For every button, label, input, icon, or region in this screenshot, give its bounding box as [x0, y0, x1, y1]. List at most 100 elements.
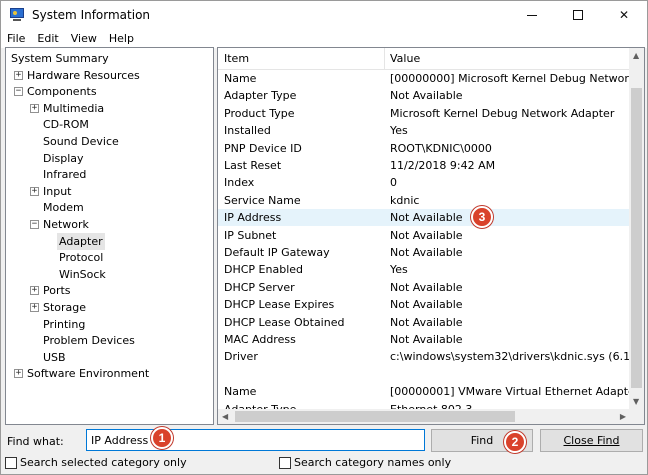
tree-item[interactable]: Components: [25, 83, 99, 100]
column-header-item[interactable]: Item: [224, 52, 249, 65]
row-value: c:\windows\system32\drivers\kdnic.sys (6…: [390, 350, 630, 364]
tree-expander-icon[interactable]: +: [30, 103, 39, 113]
tree-item[interactable]: Multimedia: [41, 100, 106, 117]
row-item: IP Subnet: [224, 228, 277, 242]
table-row[interactable]: Product Type Microsoft Kernel Debug Netwo…: [218, 105, 630, 122]
system-information-window: System Information ✕ File Edit View Help…: [0, 0, 648, 475]
row-value: Not Available: [390, 246, 463, 259]
menu-view[interactable]: View: [65, 32, 103, 45]
tree-item[interactable]: WinSock: [57, 266, 108, 283]
row-item: Name: [224, 385, 257, 399]
menu-file[interactable]: File: [1, 32, 31, 45]
callout-badge-1: 1: [151, 427, 173, 449]
row-value: Yes: [390, 124, 408, 138]
table-row[interactable]: Driver c:\windows\system32\drivers\kdnic.…: [218, 348, 630, 365]
horizontal-scroll-thumb[interactable]: [235, 411, 515, 422]
title-bar[interactable]: System Information ✕: [1, 1, 647, 29]
vertical-scrollbar[interactable]: ▲ ▼: [629, 48, 644, 409]
table-row[interactable]: Name [00000001] VMware Virtual Ethernet A…: [218, 383, 630, 400]
row-value: Not Available: [390, 315, 463, 329]
table-row[interactable]: IP Subnet Not Available: [218, 227, 630, 244]
find-what-input[interactable]: [86, 429, 425, 451]
tree-item[interactable]: Ports: [41, 282, 73, 299]
row-value: Not Available: [390, 333, 463, 346]
tree-item[interactable]: Protocol: [57, 249, 105, 266]
horizontal-scrollbar[interactable]: ◀ ▶: [218, 409, 630, 424]
row-value: kdnic: [390, 193, 420, 207]
table-row[interactable]: Index 0: [218, 174, 630, 191]
tree-expander-icon[interactable]: −: [14, 87, 23, 97]
row-item: Default IP Gateway: [224, 246, 330, 259]
row-value: Not Available: [390, 280, 463, 294]
table-row[interactable]: Service Name kdnic: [218, 192, 630, 209]
table-row[interactable]: DHCP Enabled Yes: [218, 261, 630, 278]
row-item: Index: [224, 176, 255, 190]
tree-item[interactable]: Printing: [41, 316, 87, 333]
table-row[interactable]: [218, 366, 630, 383]
callout-badge-2: 2: [504, 431, 526, 453]
vertical-scroll-thumb[interactable]: [631, 88, 642, 388]
row-value: [00000001] VMware Virtual Ethernet Adapt…: [390, 385, 630, 399]
window-title: System Information: [32, 8, 151, 22]
table-row[interactable]: Name [00000000] Microsoft Kernel Debug Ne…: [218, 70, 630, 87]
row-value: Microsoft Kernel Debug Network Adapter: [390, 106, 615, 120]
scroll-left-icon[interactable]: ◀: [222, 412, 228, 421]
tree-item[interactable]: Modem: [41, 199, 86, 216]
row-item: DHCP Lease Expires: [224, 298, 335, 312]
tree-expander-icon[interactable]: +: [30, 186, 39, 196]
tree-item[interactable]: Infrared: [41, 166, 88, 183]
list-header: Item Value: [218, 48, 630, 70]
row-value: 11/2/2018 9:42 AM: [390, 159, 496, 172]
close-button[interactable]: ✕: [601, 1, 647, 29]
close-icon: ✕: [618, 8, 630, 22]
table-row[interactable]: MAC Address Not Available: [218, 331, 630, 348]
find-what-label: Find what:: [7, 435, 64, 448]
menu-help[interactable]: Help: [103, 32, 140, 45]
scroll-down-icon[interactable]: ▼: [633, 397, 639, 406]
scroll-up-icon[interactable]: ▲: [633, 51, 639, 60]
maximize-button[interactable]: [555, 1, 601, 29]
row-item: Last Reset: [224, 159, 282, 172]
table-row[interactable]: DHCP Server Not Available: [218, 279, 630, 296]
table-row[interactable]: IP Address Not Available: [218, 209, 630, 227]
tree-expander-icon[interactable]: +: [30, 286, 39, 296]
tree-item[interactable]: Display: [41, 150, 86, 167]
category-tree[interactable]: System Summary + Hardware Resources − Compon…: [5, 47, 214, 425]
tree-expander-icon[interactable]: +: [30, 303, 39, 312]
search-selected-category-checkbox[interactable]: Search selected category only: [5, 456, 187, 469]
scroll-right-icon[interactable]: ▶: [620, 412, 626, 421]
close-find-button[interactable]: Close Find: [540, 429, 643, 452]
tree-item[interactable]: CD-ROM: [41, 116, 91, 133]
tree-item[interactable]: System Summary: [9, 50, 111, 67]
table-row[interactable]: Installed Yes: [218, 122, 630, 139]
row-item: Driver: [224, 350, 258, 364]
tree-expander-icon[interactable]: −: [30, 220, 39, 229]
tree-item[interactable]: USB: [41, 349, 68, 366]
tree-item[interactable]: Software Environment: [25, 365, 151, 382]
minimize-button[interactable]: [509, 1, 555, 29]
table-row[interactable]: Default IP Gateway Not Available: [218, 244, 630, 261]
table-row[interactable]: Last Reset 11/2/2018 9:42 AM: [218, 157, 630, 174]
details-list[interactable]: Item Value Name [00000000] Microsoft Kern…: [217, 47, 645, 425]
row-value: [00000000] Microsoft Kernel Debug Networ…: [390, 72, 630, 85]
menu-edit[interactable]: Edit: [31, 32, 64, 45]
table-row[interactable]: DHCP Lease Obtained Not Available: [218, 314, 630, 331]
search-category-names-checkbox[interactable]: Search category names only: [279, 456, 451, 469]
column-header-value[interactable]: Value: [390, 52, 420, 65]
tree-expander-icon[interactable]: +: [14, 70, 23, 80]
tree-item[interactable]: Input: [41, 183, 73, 200]
table-row[interactable]: DHCP Lease Expires Not Available: [218, 296, 630, 313]
tree-item[interactable]: Sound Device: [41, 133, 121, 150]
menu-bar: File Edit View Help: [1, 29, 647, 48]
tree-item[interactable]: Storage: [41, 299, 88, 316]
table-row[interactable]: PNP Device ID ROOT\KDNIC\0000: [218, 140, 630, 157]
tree-item[interactable]: Hardware Resources: [25, 67, 142, 84]
table-row[interactable]: Adapter Type Not Available: [218, 87, 630, 104]
row-item: Product Type: [224, 106, 295, 120]
row-item: Service Name: [224, 193, 301, 207]
tree-expander-icon[interactable]: +: [14, 369, 23, 379]
tree-item[interactable]: Adapter: [57, 232, 105, 250]
tree-item[interactable]: Problem Devices: [41, 332, 137, 349]
tree-item[interactable]: Network: [41, 216, 91, 233]
row-item: Name: [224, 72, 257, 85]
